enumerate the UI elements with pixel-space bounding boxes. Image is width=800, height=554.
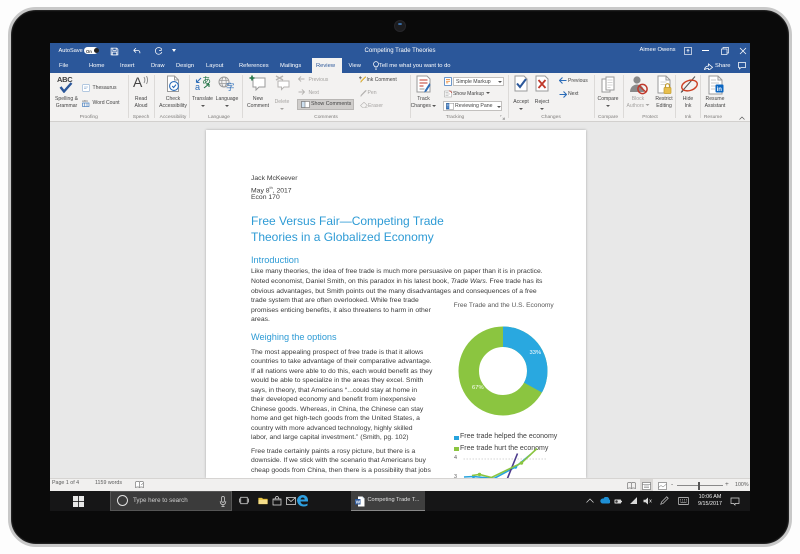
svg-text:W: W bbox=[355, 499, 360, 505]
svg-text:ABC: ABC bbox=[82, 99, 89, 103]
svg-text:in: in bbox=[717, 87, 723, 93]
svg-text:字: 字 bbox=[226, 82, 234, 91]
svg-text:a: a bbox=[195, 82, 200, 91]
